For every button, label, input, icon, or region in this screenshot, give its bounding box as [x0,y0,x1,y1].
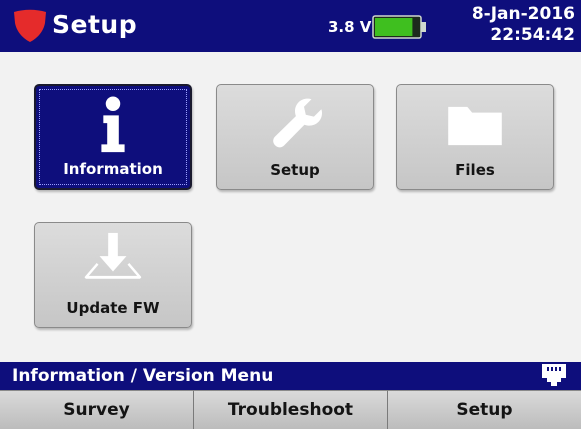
update-fw-label: Update FW [66,299,160,317]
folder-icon [448,106,502,146]
bottom-tab-bar: Survey Troubleshoot Setup [0,390,581,429]
update-fw-button[interactable]: Update FW [34,222,192,328]
network-port-icon [542,364,566,386]
current-time: 22:54:42 [490,25,575,45]
current-date: 8-Jan-2016 [471,4,575,24]
information-label: Information [63,160,163,178]
menu-breadcrumb: Information / Version Menu [12,366,274,386]
shield-logo-icon [14,9,46,42]
page-title: Setup [52,10,138,39]
tab-survey[interactable]: Survey [0,390,194,429]
setup-label: Setup [270,161,320,179]
status-bar: Information / Version Menu [0,362,581,390]
tab-setup[interactable]: Setup [388,390,581,429]
info-icon [101,96,125,153]
information-button[interactable]: Information [34,84,192,190]
battery-icon [372,15,426,39]
wrench-icon [273,98,322,148]
files-button[interactable]: Files [396,84,554,190]
battery-voltage: 3.8 V [328,18,372,36]
header-bar: Setup 3.8 V 8-Jan-2016 22:54:42 [0,0,581,52]
setup-button[interactable]: Setup [216,84,374,190]
download-tray-icon [84,232,142,279]
tab-troubleshoot[interactable]: Troubleshoot [194,390,388,429]
files-label: Files [455,161,495,179]
